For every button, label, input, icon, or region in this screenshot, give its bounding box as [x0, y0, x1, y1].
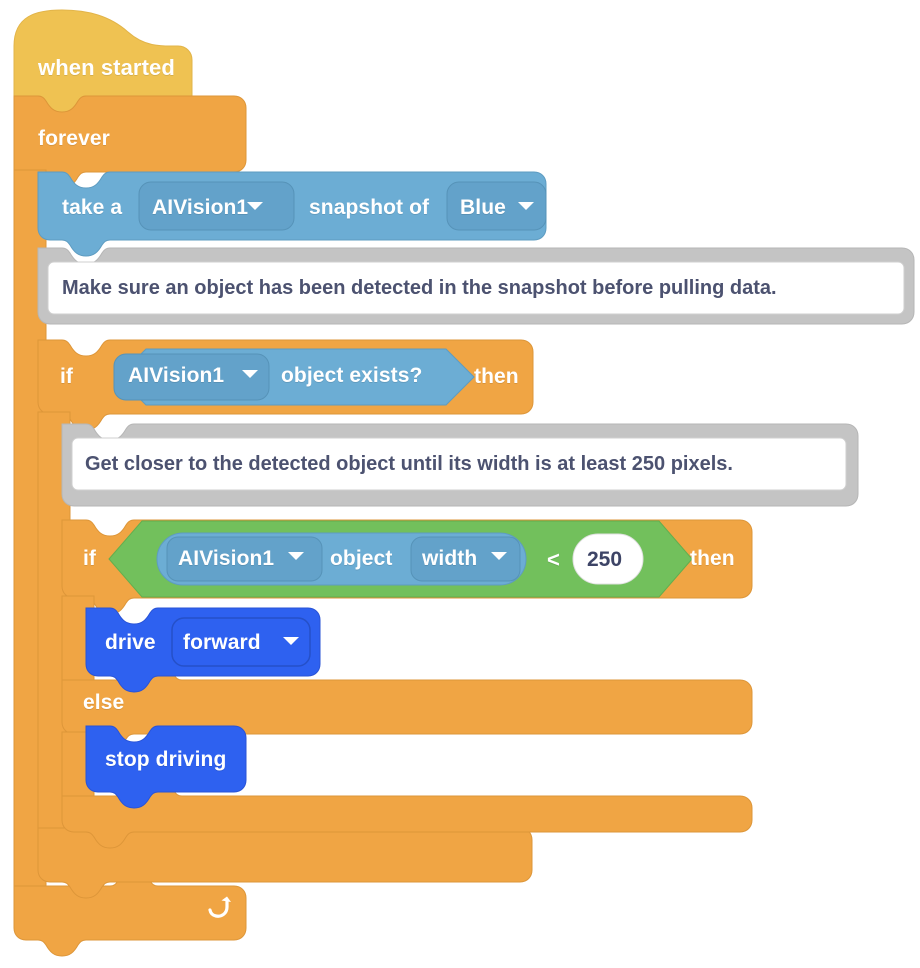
dropdown-value-aivision1-exists[interactable]: AIVision1 — [128, 365, 224, 386]
operator-symbol-less-than: < — [547, 547, 560, 572]
chevron-down-icon[interactable] — [491, 552, 507, 560]
chevron-down-icon[interactable] — [518, 202, 534, 210]
if-object-exists-keyword-if: if — [60, 365, 74, 388]
if-width-keyword-then: then — [690, 547, 735, 570]
take-snapshot-text-2: snapshot of — [309, 196, 430, 219]
dropdown-value-drive-direction[interactable]: forward — [183, 632, 261, 653]
comment-1-text[interactable]: Make sure an object has been detected in… — [62, 278, 777, 298]
dropdown-value-aivision1-width[interactable]: AIVision1 — [178, 548, 274, 569]
chevron-down-icon[interactable] — [283, 637, 299, 645]
threshold-value-250[interactable]: 250 — [587, 549, 622, 570]
drive-text: drive — [105, 631, 156, 654]
stop-driving-text: stop driving — [105, 748, 227, 771]
forever-label: forever — [38, 127, 110, 150]
chevron-down-icon[interactable] — [247, 202, 263, 210]
comment-2-text[interactable]: Get closer to the detected object until … — [85, 454, 733, 474]
dropdown-value-dimension-width[interactable]: width — [422, 548, 477, 569]
if-width-keyword-else: else — [83, 691, 125, 714]
chevron-down-icon[interactable] — [288, 552, 304, 560]
loop-arrow-icon — [208, 896, 231, 918]
reporter-object-text: object — [330, 547, 393, 570]
block-canvas: .s-hat { fill:#EFC252; stroke:#E2B449; s… — [13, 9, 915, 957]
if-object-exists-keyword-then: then — [474, 365, 519, 388]
when-started-label: when started — [38, 55, 175, 80]
take-snapshot-text-1: take a — [62, 196, 123, 219]
block-workspace[interactable]: .s-hat { fill:#EFC252; stroke:#E2B449; s… — [0, 0, 920, 968]
if-width-keyword-if: if — [83, 547, 97, 570]
dropdown-value-aivision1-snapshot[interactable]: AIVision1 — [152, 197, 248, 218]
block-if-width-less-than — [61, 519, 753, 849]
dropdown-value-color-blue[interactable]: Blue — [460, 197, 506, 218]
object-exists-text: object exists? — [281, 364, 423, 387]
chevron-down-icon[interactable] — [242, 370, 258, 378]
